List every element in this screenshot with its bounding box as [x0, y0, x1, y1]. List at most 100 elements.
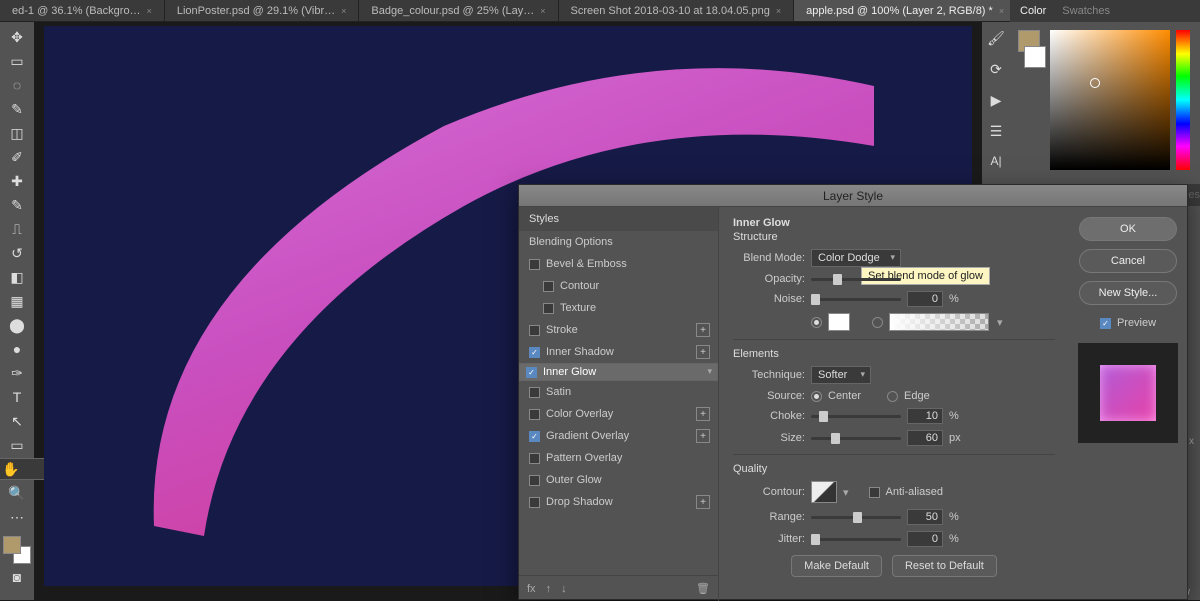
effect-stroke[interactable]: Stroke+: [519, 319, 718, 341]
properties-panel-icon[interactable]: ☰: [990, 123, 1003, 140]
glow-gradient-swatch[interactable]: [889, 313, 989, 331]
preview-checkbox[interactable]: ✓: [1100, 318, 1111, 329]
effect-inner-glow[interactable]: ✓Inner Glow: [519, 363, 718, 381]
actions-panel-icon[interactable]: ▶: [991, 92, 1002, 109]
checkbox-icon[interactable]: [529, 409, 540, 420]
noise-value[interactable]: 0: [907, 291, 943, 307]
checkbox-icon[interactable]: [529, 259, 540, 270]
blending-options[interactable]: Blending Options: [519, 231, 718, 253]
crop-tool-icon[interactable]: ◫: [4, 122, 30, 144]
dodge-tool-icon[interactable]: ●: [4, 338, 30, 360]
quick-mask-icon[interactable]: ◙: [4, 566, 30, 588]
close-icon[interactable]: ×: [341, 6, 346, 16]
choke-value[interactable]: 10: [907, 408, 943, 424]
anti-aliased-checkbox[interactable]: [869, 487, 880, 498]
new-style-button[interactable]: New Style...: [1079, 281, 1177, 305]
checkbox-icon[interactable]: [529, 497, 540, 508]
move-tool-icon[interactable]: ✥: [4, 26, 30, 48]
lasso-tool-icon[interactable]: ◌: [4, 74, 30, 96]
eraser-tool-icon[interactable]: ◧: [4, 266, 30, 288]
effect-bevel-emboss[interactable]: Bevel & Emboss: [519, 253, 718, 275]
path-select-tool-icon[interactable]: ↖: [4, 410, 30, 432]
dialog-title[interactable]: Layer Style: [519, 185, 1187, 207]
jitter-slider[interactable]: [811, 538, 901, 541]
tab-0[interactable]: ed-1 @ 36.1% (Backgro…×: [0, 0, 165, 21]
ok-button[interactable]: OK: [1079, 217, 1177, 241]
add-effect-icon[interactable]: +: [696, 345, 710, 359]
foreground-color-swatch[interactable]: [3, 536, 21, 554]
type-tool-icon[interactable]: T: [4, 386, 30, 408]
marquee-tool-icon[interactable]: ▭: [4, 50, 30, 72]
blur-tool-icon[interactable]: ⬤: [4, 314, 30, 336]
tab-1[interactable]: LionPoster.psd @ 29.1% (Vibr…×: [165, 0, 360, 21]
range-value[interactable]: 50: [907, 509, 943, 525]
trash-icon[interactable]: 🗑: [696, 582, 710, 595]
character-panel-icon[interactable]: A|: [990, 154, 1001, 168]
history-panel-icon[interactable]: ⟳: [990, 61, 1002, 78]
close-icon[interactable]: ×: [147, 6, 152, 16]
blend-mode-select[interactable]: Color Dodge: [811, 249, 901, 267]
healing-tool-icon[interactable]: ✚: [4, 170, 30, 192]
reset-default-button[interactable]: Reset to Default: [892, 555, 997, 577]
checkbox-icon[interactable]: ✓: [526, 367, 537, 378]
quick-select-tool-icon[interactable]: ✎: [4, 98, 30, 120]
glow-color-swatch[interactable]: [828, 313, 850, 331]
checkbox-icon[interactable]: ✓: [529, 347, 540, 358]
source-center-radio[interactable]: [811, 391, 822, 402]
size-slider[interactable]: [811, 437, 901, 440]
effect-color-overlay[interactable]: Color Overlay+: [519, 403, 718, 425]
effect-drop-shadow[interactable]: Drop Shadow+: [519, 491, 718, 513]
color-picker-swatches[interactable]: [1018, 30, 1044, 176]
pen-tool-icon[interactable]: ✑: [4, 362, 30, 384]
opacity-slider[interactable]: [811, 278, 901, 281]
range-slider[interactable]: [811, 516, 901, 519]
bg-swatch[interactable]: [1024, 46, 1046, 68]
jitter-value[interactable]: 0: [907, 531, 943, 547]
effect-satin[interactable]: Satin: [519, 381, 718, 403]
cancel-button[interactable]: Cancel: [1079, 249, 1177, 273]
checkbox-icon[interactable]: [529, 325, 540, 336]
make-default-button[interactable]: Make Default: [791, 555, 882, 577]
edit-toolbar-icon[interactable]: ⋯: [4, 506, 30, 528]
hue-slider[interactable]: [1176, 30, 1190, 170]
tab-color[interactable]: Color: [1020, 5, 1046, 17]
gradient-tool-icon[interactable]: ▦: [4, 290, 30, 312]
checkbox-icon[interactable]: [543, 281, 554, 292]
zoom-tool-icon[interactable]: 🔍: [4, 482, 30, 504]
checkbox-icon[interactable]: [543, 303, 554, 314]
color-radio[interactable]: [811, 317, 822, 328]
shape-tool-icon[interactable]: ▭: [4, 434, 30, 456]
gradient-radio[interactable]: [872, 317, 883, 328]
tab-2[interactable]: Badge_colour.psd @ 25% (Lay…×: [359, 0, 558, 21]
checkbox-icon[interactable]: [529, 475, 540, 486]
effect-pattern-overlay[interactable]: Pattern Overlay: [519, 447, 718, 469]
add-effect-icon[interactable]: +: [696, 429, 710, 443]
technique-select[interactable]: Softer: [811, 366, 871, 384]
close-icon[interactable]: ×: [776, 6, 781, 16]
history-brush-tool-icon[interactable]: ↺: [4, 242, 30, 264]
effect-outer-glow[interactable]: Outer Glow: [519, 469, 718, 491]
styles-header[interactable]: Styles: [519, 207, 718, 231]
effect-inner-shadow[interactable]: ✓Inner Shadow+: [519, 341, 718, 363]
source-edge-radio[interactable]: [887, 391, 898, 402]
add-effect-icon[interactable]: +: [696, 495, 710, 509]
color-cursor-icon[interactable]: [1090, 78, 1100, 88]
arrow-down-icon[interactable]: ↓: [561, 583, 567, 595]
tab-3[interactable]: Screen Shot 2018-03-10 at 18.04.05.png×: [559, 0, 795, 21]
arrow-up-icon[interactable]: ↑: [546, 583, 552, 595]
brush-tool-icon[interactable]: ✎: [4, 194, 30, 216]
effect-contour[interactable]: Contour: [519, 275, 718, 297]
tab-4[interactable]: apple.psd @ 100% (Layer 2, RGB/8) *×: [794, 0, 1017, 21]
contour-picker[interactable]: [811, 481, 837, 503]
effect-gradient-overlay[interactable]: ✓Gradient Overlay+: [519, 425, 718, 447]
noise-slider[interactable]: [811, 298, 901, 301]
saturation-brightness-field[interactable]: [1050, 30, 1170, 170]
tab-swatches[interactable]: Swatches: [1062, 5, 1110, 17]
checkbox-icon[interactable]: [529, 453, 540, 464]
checkbox-icon[interactable]: ✓: [529, 431, 540, 442]
color-picker[interactable]: [1010, 22, 1200, 184]
close-icon[interactable]: ×: [540, 6, 545, 16]
effect-texture[interactable]: Texture: [519, 297, 718, 319]
fx-icon[interactable]: fx: [527, 583, 536, 595]
foreground-background-swatch[interactable]: [3, 536, 31, 564]
